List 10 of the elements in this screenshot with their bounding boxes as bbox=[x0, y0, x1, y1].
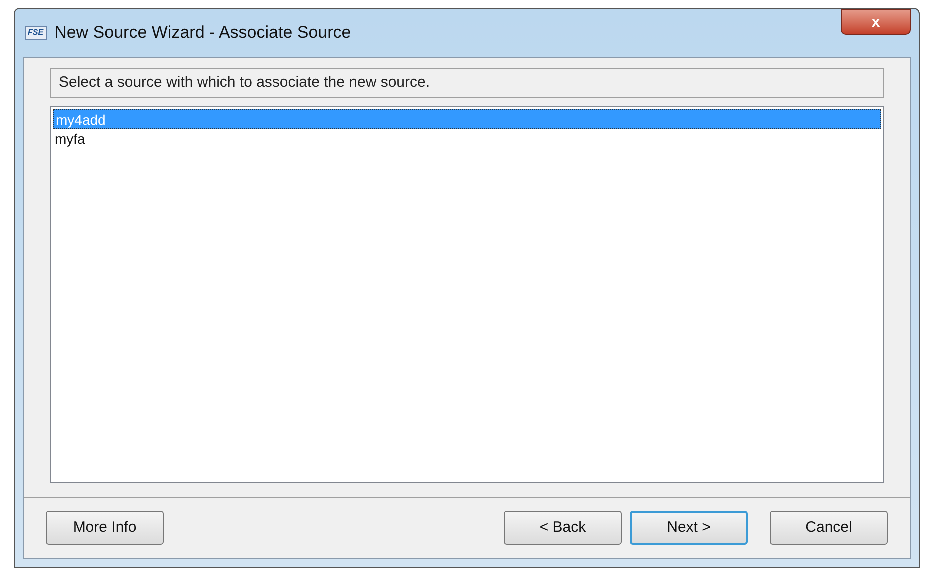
instruction-text: Select a source with which to associate the new source. bbox=[50, 68, 884, 98]
source-list[interactable]: my4add myfa bbox=[50, 106, 884, 483]
close-button[interactable]: x bbox=[841, 9, 911, 35]
wizard-button[interactable]: More Info bbox=[46, 511, 164, 545]
window-title: New Source Wizard - Associate Source bbox=[54, 22, 352, 44]
wizard-button[interactable]: Cancel bbox=[770, 511, 888, 545]
wizard-button[interactable]: < Back bbox=[504, 511, 622, 545]
list-item[interactable]: myfa bbox=[53, 129, 881, 149]
wizard-button[interactable]: Next > bbox=[630, 511, 748, 545]
app-icon: FSE bbox=[25, 26, 47, 40]
